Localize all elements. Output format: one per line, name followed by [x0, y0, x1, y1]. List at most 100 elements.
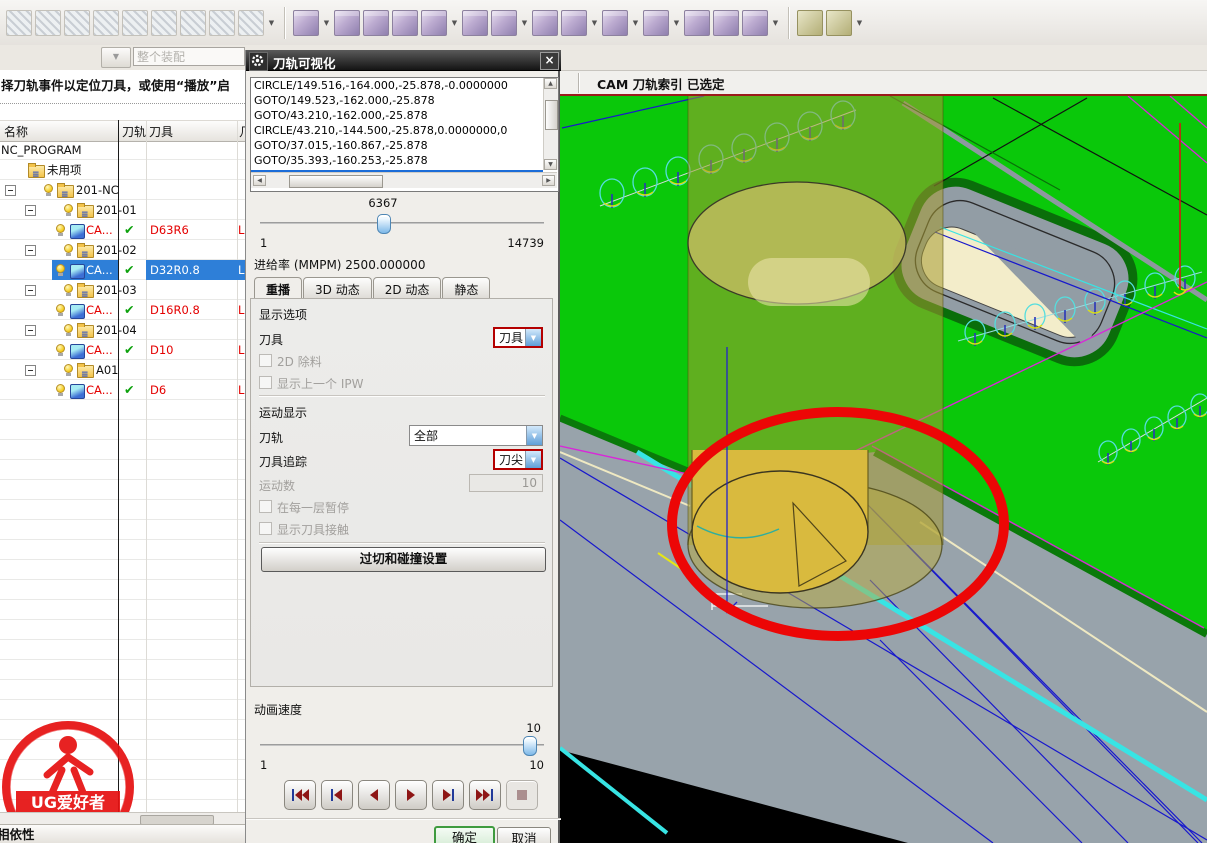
- toolpath-display-combo[interactable]: 全部 ▼: [409, 425, 543, 446]
- scrollbar-thumb[interactable]: [545, 100, 558, 130]
- tree-row-nc-program[interactable]: NC_PROGRAM: [0, 140, 245, 160]
- tree-row-operation[interactable]: CA... ✔ D63R6 L1: [0, 220, 245, 240]
- cut-dropdown-icon[interactable]: ▼: [520, 11, 529, 35]
- list-vertical-scrollbar[interactable]: ▲ ▼: [543, 78, 558, 170]
- tree-row-201-03[interactable]: 201-03: [0, 280, 245, 300]
- collapse-icon[interactable]: [25, 245, 36, 256]
- gcode-line[interactable]: CIRCLE/43.210,-144.500,-25.878,0.0000000…: [251, 123, 543, 138]
- ok-button[interactable]: 确定: [434, 826, 495, 843]
- collapse-icon[interactable]: [5, 185, 16, 196]
- tool-tracking-combo[interactable]: 刀尖 ▼: [493, 449, 543, 470]
- play-reverse-icon[interactable]: [358, 780, 390, 810]
- scrollbar-thumb[interactable]: [289, 175, 383, 188]
- reverse-curve-icon[interactable]: [35, 10, 61, 36]
- motion-count-input[interactable]: [469, 474, 543, 492]
- tree-row-operation[interactable]: CA... ✔ D6 L1: [0, 380, 245, 400]
- column-toolpath[interactable]: 刀轨: [122, 123, 146, 140]
- show-tool-contact-checkbox[interactable]: [259, 522, 272, 535]
- cut-operation-icon[interactable]: [491, 10, 517, 36]
- create-program-icon[interactable]: [293, 10, 319, 36]
- tree-row-201-04[interactable]: 201-04: [0, 320, 245, 340]
- tree-row-operation[interactable]: CA... ✔ D10 L1: [0, 340, 245, 360]
- toolbar-dropdown-icon[interactable]: ▼: [267, 11, 276, 35]
- dialog-title-bar[interactable]: 刀轨可视化 ×: [246, 50, 561, 71]
- clock-icon[interactable]: [797, 10, 823, 36]
- cancel-button[interactable]: 取消: [497, 827, 551, 843]
- scroll-left-icon[interactable]: ◀: [253, 175, 266, 186]
- post-dropdown-icon[interactable]: ▼: [771, 11, 780, 35]
- chevron-down-icon[interactable]: ▼: [526, 426, 542, 445]
- create-geometry-icon[interactable]: [363, 10, 389, 36]
- assembly-filter-input[interactable]: [133, 47, 245, 66]
- create-tool-icon[interactable]: [334, 10, 360, 36]
- spline-icon[interactable]: [151, 10, 177, 36]
- skip-to-start-icon[interactable]: [284, 780, 316, 810]
- gcode-event-list[interactable]: CIRCLE/149.516,-164.000,-25.878,-0.00000…: [250, 77, 559, 192]
- display-properties-icon[interactable]: [209, 10, 235, 36]
- viewport-3d-scene[interactable]: [560, 96, 1207, 843]
- tree-row-201-01[interactable]: 201-01: [0, 200, 245, 220]
- tree-row-operation[interactable]: CA... ✔ D16R0.8 L1: [0, 300, 245, 320]
- pause-each-level-checkbox[interactable]: [259, 500, 272, 513]
- play-forward-icon[interactable]: [395, 780, 427, 810]
- 2d-removal-checkbox[interactable]: [259, 354, 272, 367]
- assembly-filter-dropdown[interactable]: ▼: [101, 47, 131, 68]
- scroll-down-icon[interactable]: ▼: [544, 159, 557, 170]
- step-back-icon[interactable]: [321, 780, 353, 810]
- list-horizontal-scrollbar[interactable]: ◀ ▶: [251, 172, 557, 188]
- refresh-dropdown-icon[interactable]: ▼: [855, 11, 864, 35]
- animation-speed-track[interactable]: [260, 744, 544, 746]
- gcode-line[interactable]: GOTO/149.523,-162.000,-25.878: [251, 93, 543, 108]
- edit-operation-icon[interactable]: [462, 10, 488, 36]
- create-method-icon[interactable]: [392, 10, 418, 36]
- progress-slider-thumb[interactable]: [377, 214, 391, 234]
- progress-slider-track[interactable]: [260, 222, 544, 224]
- edit-display-icon[interactable]: [238, 10, 264, 36]
- column-tool[interactable]: 刀具: [149, 123, 173, 140]
- stop-icon[interactable]: [506, 780, 538, 810]
- dependencies-section-header[interactable]: 相依性: [0, 824, 245, 843]
- point-circle-icon[interactable]: [122, 10, 148, 36]
- replay-toolpath-icon[interactable]: [684, 10, 710, 36]
- object-display-icon[interactable]: [180, 10, 206, 36]
- create-operation-icon[interactable]: [421, 10, 447, 36]
- tree-row-201-nc[interactable]: 201-NC: [0, 180, 245, 200]
- section-range-icon[interactable]: [93, 10, 119, 36]
- generate-dropdown-icon[interactable]: ▼: [672, 11, 681, 35]
- collapse-icon[interactable]: [25, 365, 36, 376]
- show-ipw-checkbox[interactable]: [259, 376, 272, 389]
- gear-icon[interactable]: [249, 52, 268, 71]
- delete-operation-icon[interactable]: [602, 10, 628, 36]
- skip-to-end-icon[interactable]: [469, 780, 501, 810]
- create-program-dropdown-icon[interactable]: ▼: [322, 11, 331, 35]
- gcode-line[interactable]: CIRCLE/149.516,-164.000,-25.878,-0.00000…: [251, 78, 543, 93]
- collapse-icon[interactable]: [25, 325, 36, 336]
- tree-row-a01[interactable]: A01: [0, 360, 245, 380]
- scroll-right-icon[interactable]: ▶: [542, 175, 555, 186]
- gcode-line[interactable]: GOTO/35.393,-160.253,-25.878: [251, 153, 543, 168]
- tree-row-201-02[interactable]: 201-02: [0, 240, 245, 260]
- gcode-line[interactable]: GOTO/37.015,-160.867,-25.878: [251, 138, 543, 153]
- post-process-icon[interactable]: [742, 10, 768, 36]
- gcode-line[interactable]: GOTO/43.210,-162.000,-25.878: [251, 108, 543, 123]
- paste-dropdown-icon[interactable]: ▼: [590, 11, 599, 35]
- section-hatch-icon[interactable]: [64, 10, 90, 36]
- paste-operation-icon[interactable]: [561, 10, 587, 36]
- generate-toolpath-icon[interactable]: [643, 10, 669, 36]
- close-icon[interactable]: ×: [540, 52, 559, 70]
- chevron-down-icon[interactable]: ▼: [525, 329, 541, 346]
- tool-display-combo[interactable]: 刀具 ▼: [493, 327, 543, 348]
- gouge-collision-settings-button[interactable]: 过切和碰撞设置: [261, 547, 546, 572]
- copy-operation-icon[interactable]: [532, 10, 558, 36]
- animation-speed-thumb[interactable]: [523, 736, 537, 756]
- scroll-up-icon[interactable]: ▲: [544, 78, 557, 89]
- delete-dropdown-icon[interactable]: ▼: [631, 11, 640, 35]
- step-forward-icon[interactable]: [432, 780, 464, 810]
- sketch-curve-icon[interactable]: [6, 10, 32, 36]
- tree-row-unused[interactable]: 未用项: [0, 160, 245, 180]
- tree-row-operation-selected[interactable]: CA... ✔ D32R0.8 L1: [0, 260, 245, 280]
- create-operation-dropdown-icon[interactable]: ▼: [450, 11, 459, 35]
- collapse-icon[interactable]: [25, 205, 36, 216]
- verify-toolpath-icon[interactable]: [713, 10, 739, 36]
- column-name[interactable]: 名称: [4, 123, 28, 140]
